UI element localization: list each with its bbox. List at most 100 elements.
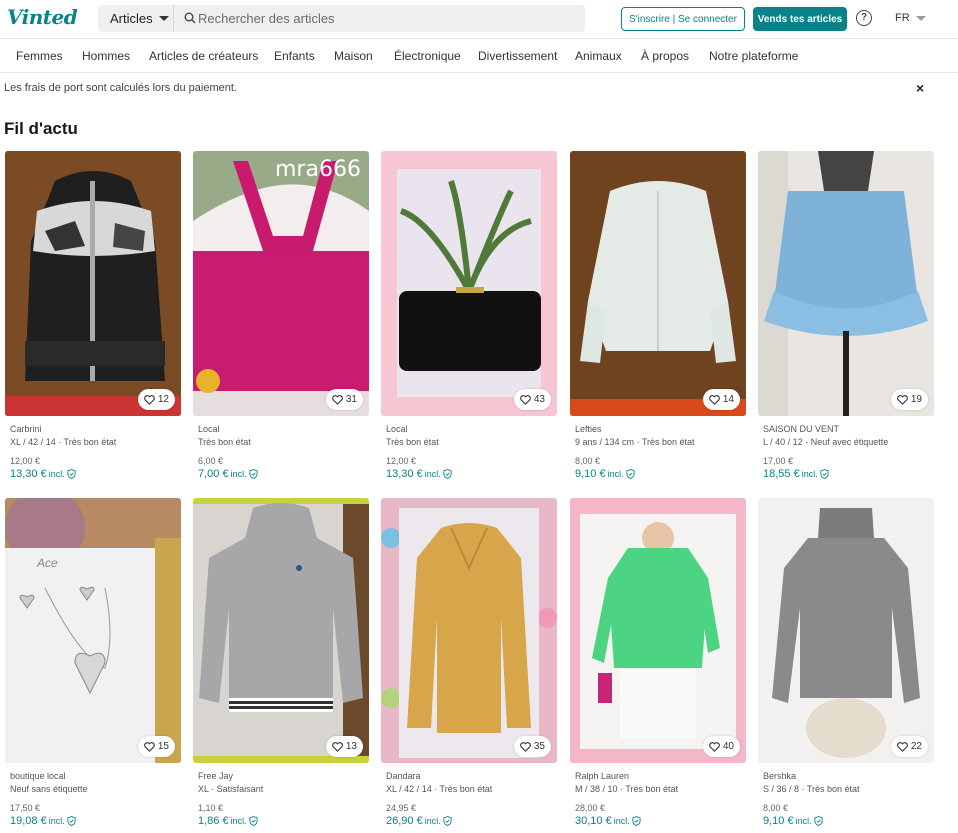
language-selector[interactable]: FR xyxy=(895,12,926,24)
product-total-price: 7,00 € incl. xyxy=(193,468,369,480)
product-card[interactable]: 12 Carbrini XL / 42 / 14 · Très bon état… xyxy=(5,151,181,480)
product-price: 24,95 € xyxy=(386,803,417,813)
sell-button[interactable]: Vends tes articles xyxy=(753,7,847,31)
product-brand[interactable]: boutique local xyxy=(5,771,181,781)
product-brand[interactable]: Local xyxy=(193,424,369,434)
favourite-count: 43 xyxy=(533,394,545,405)
favourite-button[interactable]: 12 xyxy=(137,389,175,410)
clutch-image xyxy=(381,151,557,416)
product-brand[interactable]: Lefties xyxy=(570,424,746,434)
product-brand[interactable]: Free Jay xyxy=(193,771,369,781)
nav-item-plateforme[interactable]: Notre plateforme xyxy=(709,49,798,63)
product-card[interactable]: 19 SAISON DU VENT L / 40 / 12 · Neuf ave… xyxy=(758,151,934,480)
product-price: 8,00 € xyxy=(575,456,601,466)
product-brand[interactable]: Dandara xyxy=(381,771,557,781)
product-photo[interactable]: Ace 15 xyxy=(5,498,181,763)
nav-item-enfants[interactable]: Enfants xyxy=(274,49,315,63)
search-category-dropdown[interactable]: Articles xyxy=(98,5,174,32)
green-sweater-image xyxy=(570,498,746,763)
favourite-count: 40 xyxy=(722,741,734,752)
product-card[interactable]: 40 Ralph Lauren M / 38 / 10 · Très bon é… xyxy=(570,498,746,827)
product-brand[interactable]: SAISON DU VENT xyxy=(758,424,934,434)
product-brand[interactable]: Local xyxy=(381,424,557,434)
product-photo[interactable]: 40 xyxy=(570,498,746,763)
nav-item-femmes[interactable]: Femmes xyxy=(16,49,63,63)
product-photo[interactable]: 35 xyxy=(381,498,557,763)
favourite-count: 19 xyxy=(910,394,922,405)
nav-item-electronique[interactable]: Électronique xyxy=(394,49,461,63)
shield-icon xyxy=(632,816,641,826)
product-photo[interactable]: 12 xyxy=(5,151,181,416)
total-amount: 7,00 € xyxy=(198,468,229,480)
incl-label: incl. xyxy=(795,816,812,826)
favourite-button[interactable]: 22 xyxy=(890,736,928,757)
nav-item-hommes[interactable]: Hommes xyxy=(82,49,130,63)
product-price: 12,00 € xyxy=(10,456,41,466)
nav-item-createurs[interactable]: Articles de créateurs xyxy=(149,49,258,63)
product-brand[interactable]: Bershka xyxy=(758,771,934,781)
incl-label: incl. xyxy=(230,816,247,826)
total-amount: 13,30 € xyxy=(386,468,423,480)
heart-icon xyxy=(144,394,155,405)
favourite-button[interactable]: 40 xyxy=(702,736,740,757)
product-photo[interactable]: mra666 31 xyxy=(193,151,369,416)
help-icon[interactable]: ? xyxy=(856,10,872,26)
favourite-button[interactable]: 14 xyxy=(702,389,740,410)
product-photo[interactable]: 19 xyxy=(758,151,934,416)
product-total-price: 19,08 € incl. xyxy=(5,815,181,827)
vinted-logo[interactable]: Vinted xyxy=(7,5,78,29)
incl-label: incl. xyxy=(48,816,65,826)
product-price: 12,00 € xyxy=(386,456,417,466)
product-card[interactable]: 43 Local Très bon état 12,00 € 13,30 € i… xyxy=(381,151,557,480)
total-amount: 9,10 € xyxy=(763,815,794,827)
nav-item-animaux[interactable]: Animaux xyxy=(575,49,622,63)
shield-icon xyxy=(820,469,829,479)
favourite-button[interactable]: 31 xyxy=(325,389,363,410)
product-card[interactable]: 22 Bershka S / 36 / 8 · Très bon état 8,… xyxy=(758,498,934,827)
product-card[interactable]: mra666 31 Local Très bon état 6,00 € 7,0… xyxy=(193,151,369,480)
product-total-price: 13,30 € incl. xyxy=(5,468,181,480)
nav-item-maison[interactable]: Maison xyxy=(334,49,373,63)
shield-icon xyxy=(443,816,452,826)
chevron-down-icon xyxy=(158,16,169,21)
total-amount: 13,30 € xyxy=(10,468,47,480)
incl-label: incl. xyxy=(48,469,65,479)
product-card[interactable]: 13 Free Jay XL · Satisfaisant 1,10 € 1,8… xyxy=(193,498,369,827)
total-amount: 26,90 € xyxy=(386,815,423,827)
incl-label: incl. xyxy=(424,816,441,826)
product-photo[interactable]: 43 xyxy=(381,151,557,416)
product-details: Neuf sans étiquette xyxy=(10,784,88,794)
favourite-button[interactable]: 19 xyxy=(890,389,928,410)
heart-icon xyxy=(520,741,531,752)
favourite-button[interactable]: 35 xyxy=(513,736,551,757)
search-input[interactable] xyxy=(198,5,578,32)
nav-item-a-propos[interactable]: À propos xyxy=(641,49,689,63)
product-photo[interactable]: 14 xyxy=(570,151,746,416)
product-photo[interactable]: 13 xyxy=(193,498,369,763)
favourite-count: 35 xyxy=(533,741,545,752)
favourite-button[interactable]: 15 xyxy=(137,736,175,757)
favourite-button[interactable]: 43 xyxy=(513,389,551,410)
product-card[interactable]: 14 Lefties 9 ans / 134 cm · Très bon éta… xyxy=(570,151,746,480)
product-total-price: 9,10 € incl. xyxy=(758,815,934,827)
product-brand[interactable]: Carbrini xyxy=(5,424,181,434)
close-icon[interactable]: × xyxy=(916,80,924,96)
nav-item-divertissement[interactable]: Divertissement xyxy=(478,49,557,63)
favourite-count: 15 xyxy=(157,741,169,752)
product-price: 6,00 € xyxy=(198,456,224,466)
product-details: S / 36 / 8 · Très bon état xyxy=(763,784,860,794)
product-total-price: 9,10 € incl. xyxy=(570,468,746,480)
favourite-button[interactable]: 13 xyxy=(325,736,363,757)
heart-icon xyxy=(897,741,908,752)
search-icon xyxy=(184,12,196,24)
product-brand[interactable]: Ralph Lauren xyxy=(570,771,746,781)
product-price: 1,10 € xyxy=(198,803,224,813)
photo-card-text: Ace xyxy=(37,556,58,570)
product-photo[interactable]: 22 xyxy=(758,498,934,763)
product-card[interactable]: Ace 15 boutique local Neuf sans étiquett… xyxy=(5,498,181,827)
incl-label: incl. xyxy=(230,469,247,479)
product-card[interactable]: 35 Dandara XL / 42 / 14 · Très bon état … xyxy=(381,498,557,827)
login-button[interactable]: S'inscrire | Se connecter xyxy=(621,7,745,31)
language-label: FR xyxy=(895,12,910,24)
product-details: M / 38 / 10 · Très bon état xyxy=(575,784,679,794)
